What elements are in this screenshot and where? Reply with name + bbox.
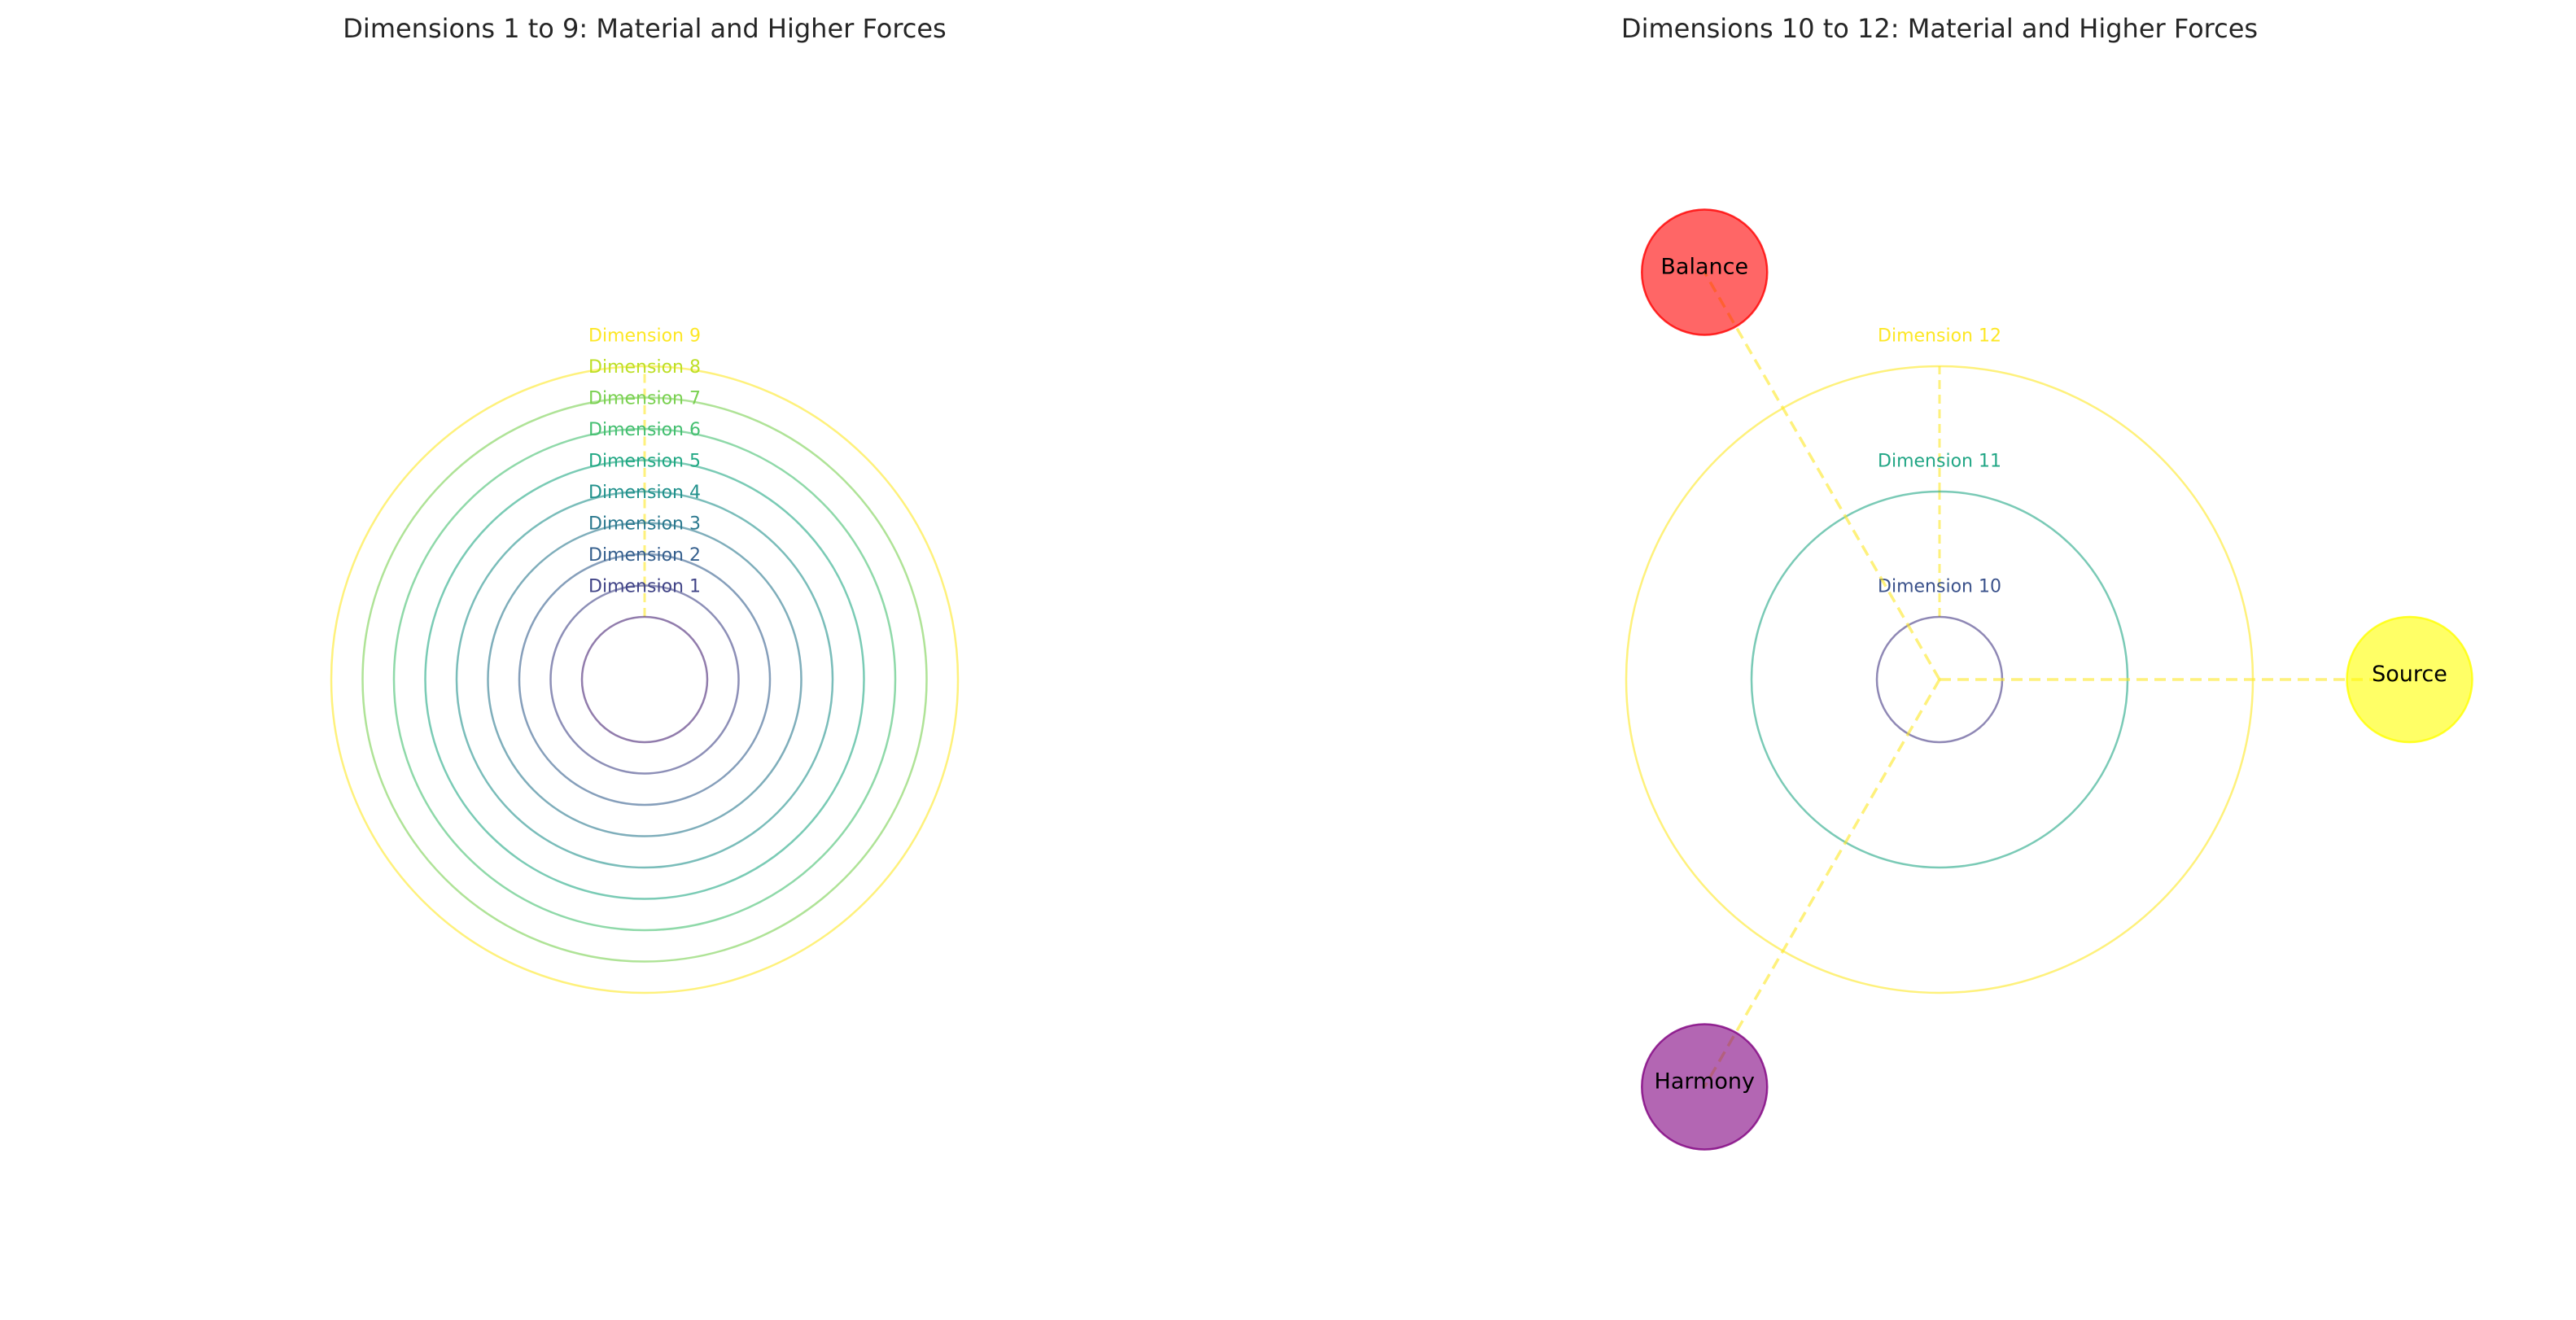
- ring-label: Dimension 9: [588, 326, 701, 347]
- ring-label: Dimension 2: [588, 545, 701, 566]
- force-connector: [1703, 679, 1941, 1088]
- ring-label: Dimension 5: [588, 452, 701, 472]
- figure-canvas: Dimensions 1 to 9: Material and Higher F…: [330, 13, 2473, 1151]
- force-label-balance: Balance: [1660, 255, 1748, 280]
- ring-label: Dimension 7: [588, 389, 701, 409]
- force-label-source: Source: [2372, 662, 2447, 687]
- ring-label: Dimension 3: [588, 514, 701, 535]
- ring-label: Dimension 6: [588, 420, 701, 440]
- ring-label: Dimension 12: [1878, 326, 2001, 347]
- panel-dimensions-10-to-12: Dimensions 10 to 12: Material and Higher…: [1621, 13, 2473, 1151]
- ring-label: Dimension 1: [588, 577, 701, 597]
- ring-label: Dimension 4: [588, 483, 701, 503]
- force-label-harmony: Harmony: [1655, 1069, 1755, 1095]
- ring-label: Dimension 8: [588, 357, 701, 378]
- panel-title-1-9: Dimensions 1 to 9: Material and Higher F…: [343, 13, 946, 44]
- panel-title-10-12: Dimensions 10 to 12: Material and Higher…: [1621, 13, 2258, 44]
- ring-label: Dimension 10: [1878, 577, 2001, 597]
- panel-dimensions-1-to-9: Dimensions 1 to 9: Material and Higher F…: [330, 13, 960, 994]
- ring-label: Dimension 11: [1878, 452, 2001, 472]
- ring-dimension-1: [580, 615, 709, 744]
